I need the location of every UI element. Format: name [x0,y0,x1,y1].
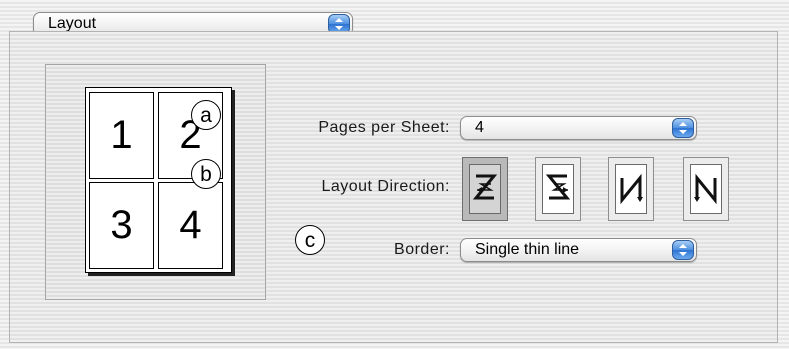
preview-page-4: 4 [158,182,223,269]
preview-page-3: 3 [89,182,154,269]
pages-per-sheet-label: Pages per Sheet: [318,119,450,136]
border-value: Single thin line [475,241,580,258]
layout-direction-reverse-z-button[interactable] [535,157,581,221]
pages-per-sheet-popup[interactable]: 4 [460,116,697,140]
callout-c: c [295,225,325,255]
preview-page-1: 1 [89,92,154,179]
layout-direction-n-button[interactable] [608,157,654,221]
layout-direction-z-button[interactable] [462,157,508,221]
layout-direction-label: Layout Direction: [321,178,450,195]
z-order-left-to-right-icon [472,174,498,200]
border-label: Border: [394,241,450,258]
n-order-top-to-bottom-icon [620,173,643,205]
reverse-n-order-icon [694,173,717,205]
popup-arrows-icon [672,240,694,260]
callout-b: b [191,159,221,189]
callout-a: a [191,100,221,130]
reverse-z-order-right-to-left-icon [545,174,571,200]
layout-direction-reverse-n-button[interactable] [683,157,729,221]
border-popup[interactable]: Single thin line [460,238,697,262]
pages-per-sheet-value: 4 [475,119,484,136]
popup-arrows-icon [672,118,694,138]
